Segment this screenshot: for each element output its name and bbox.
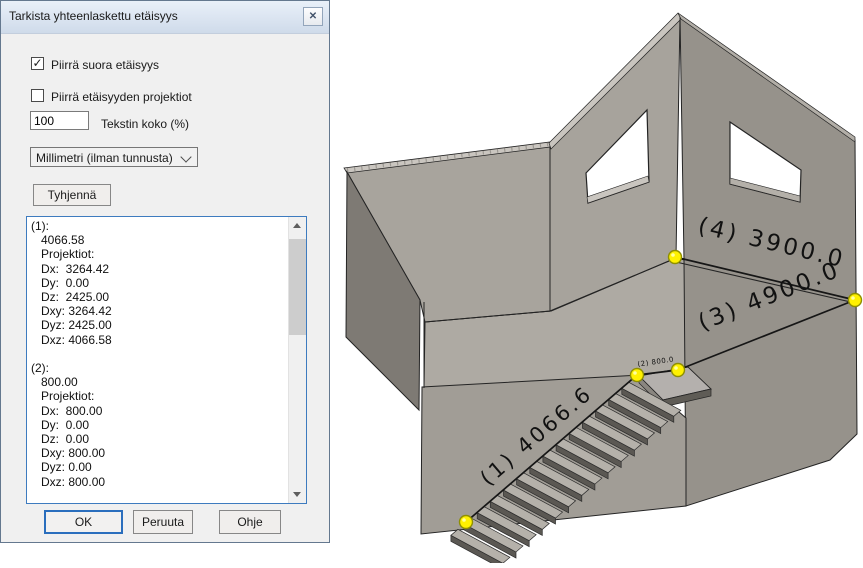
measure-distance-dialog: Tarkista yhteenlaskettu etäisyys ✕ ✓ Pii… — [0, 0, 330, 543]
measurement-point-5[interactable] — [669, 251, 682, 264]
model-scene: (1) 4066.6 (2) 800.0 (3) 4900.0 (4) 3900… — [330, 0, 863, 563]
close-button[interactable]: ✕ — [303, 7, 323, 26]
help-button-label: Ohje — [237, 515, 262, 529]
unit-dropdown[interactable]: Millimetri (ilman tunnusta) — [30, 147, 198, 167]
help-button[interactable]: Ohje — [219, 510, 281, 534]
scroll-up-icon — [293, 223, 301, 228]
scroll-up-button[interactable] — [289, 217, 306, 234]
scroll-down-button[interactable] — [289, 486, 306, 503]
text-size-label: Tekstin koko (%) — [101, 117, 189, 131]
results-text: (1): 4066.58 Projektiot: Dx: 3264.42 Dy:… — [31, 219, 286, 504]
results-listbox[interactable]: (1): 4066.58 Projektiot: Dx: 3264.42 Dy:… — [26, 216, 307, 504]
chevron-down-icon — [180, 151, 191, 162]
model-viewport[interactable]: (1) 4066.6 (2) 800.0 (3) 4900.0 (4) 3900… — [330, 0, 863, 563]
scroll-down-icon — [293, 492, 301, 497]
cancel-button-label: Peruuta — [142, 515, 184, 529]
unit-dropdown-value: Millimetri (ilman tunnusta) — [36, 151, 173, 165]
draw-distance-label: Piirrä suora etäisyys — [51, 58, 159, 72]
draw-projections-checkbox[interactable] — [31, 89, 44, 102]
results-scrollbar[interactable] — [288, 217, 306, 503]
measurement-point-2[interactable] — [631, 369, 644, 382]
close-icon: ✕ — [309, 11, 317, 22]
dialog-titlebar[interactable]: Tarkista yhteenlaskettu etäisyys ✕ — [1, 1, 329, 34]
clear-button-label: Tyhjennä — [48, 188, 97, 202]
measurement-point-4[interactable] — [849, 294, 862, 307]
ok-button[interactable]: OK — [44, 510, 123, 534]
screen: { "dialog": { "title": "Tarkista yhteenl… — [0, 0, 863, 563]
cancel-button[interactable]: Peruuta — [133, 510, 193, 534]
ok-button-label: OK — [75, 515, 92, 529]
clear-button[interactable]: Tyhjennä — [33, 184, 111, 206]
measurement-point-3[interactable] — [672, 364, 685, 377]
scrollbar-thumb[interactable] — [289, 239, 306, 335]
text-size-input[interactable] — [30, 111, 89, 130]
dialog-title: Tarkista yhteenlaskettu etäisyys — [9, 9, 178, 23]
draw-distance-checkbox[interactable]: ✓ — [31, 57, 44, 70]
draw-projections-label: Piirrä etäisyyden projektiot — [51, 90, 192, 104]
measurement-point-1[interactable] — [460, 516, 473, 529]
check-icon: ✓ — [32, 56, 42, 70]
